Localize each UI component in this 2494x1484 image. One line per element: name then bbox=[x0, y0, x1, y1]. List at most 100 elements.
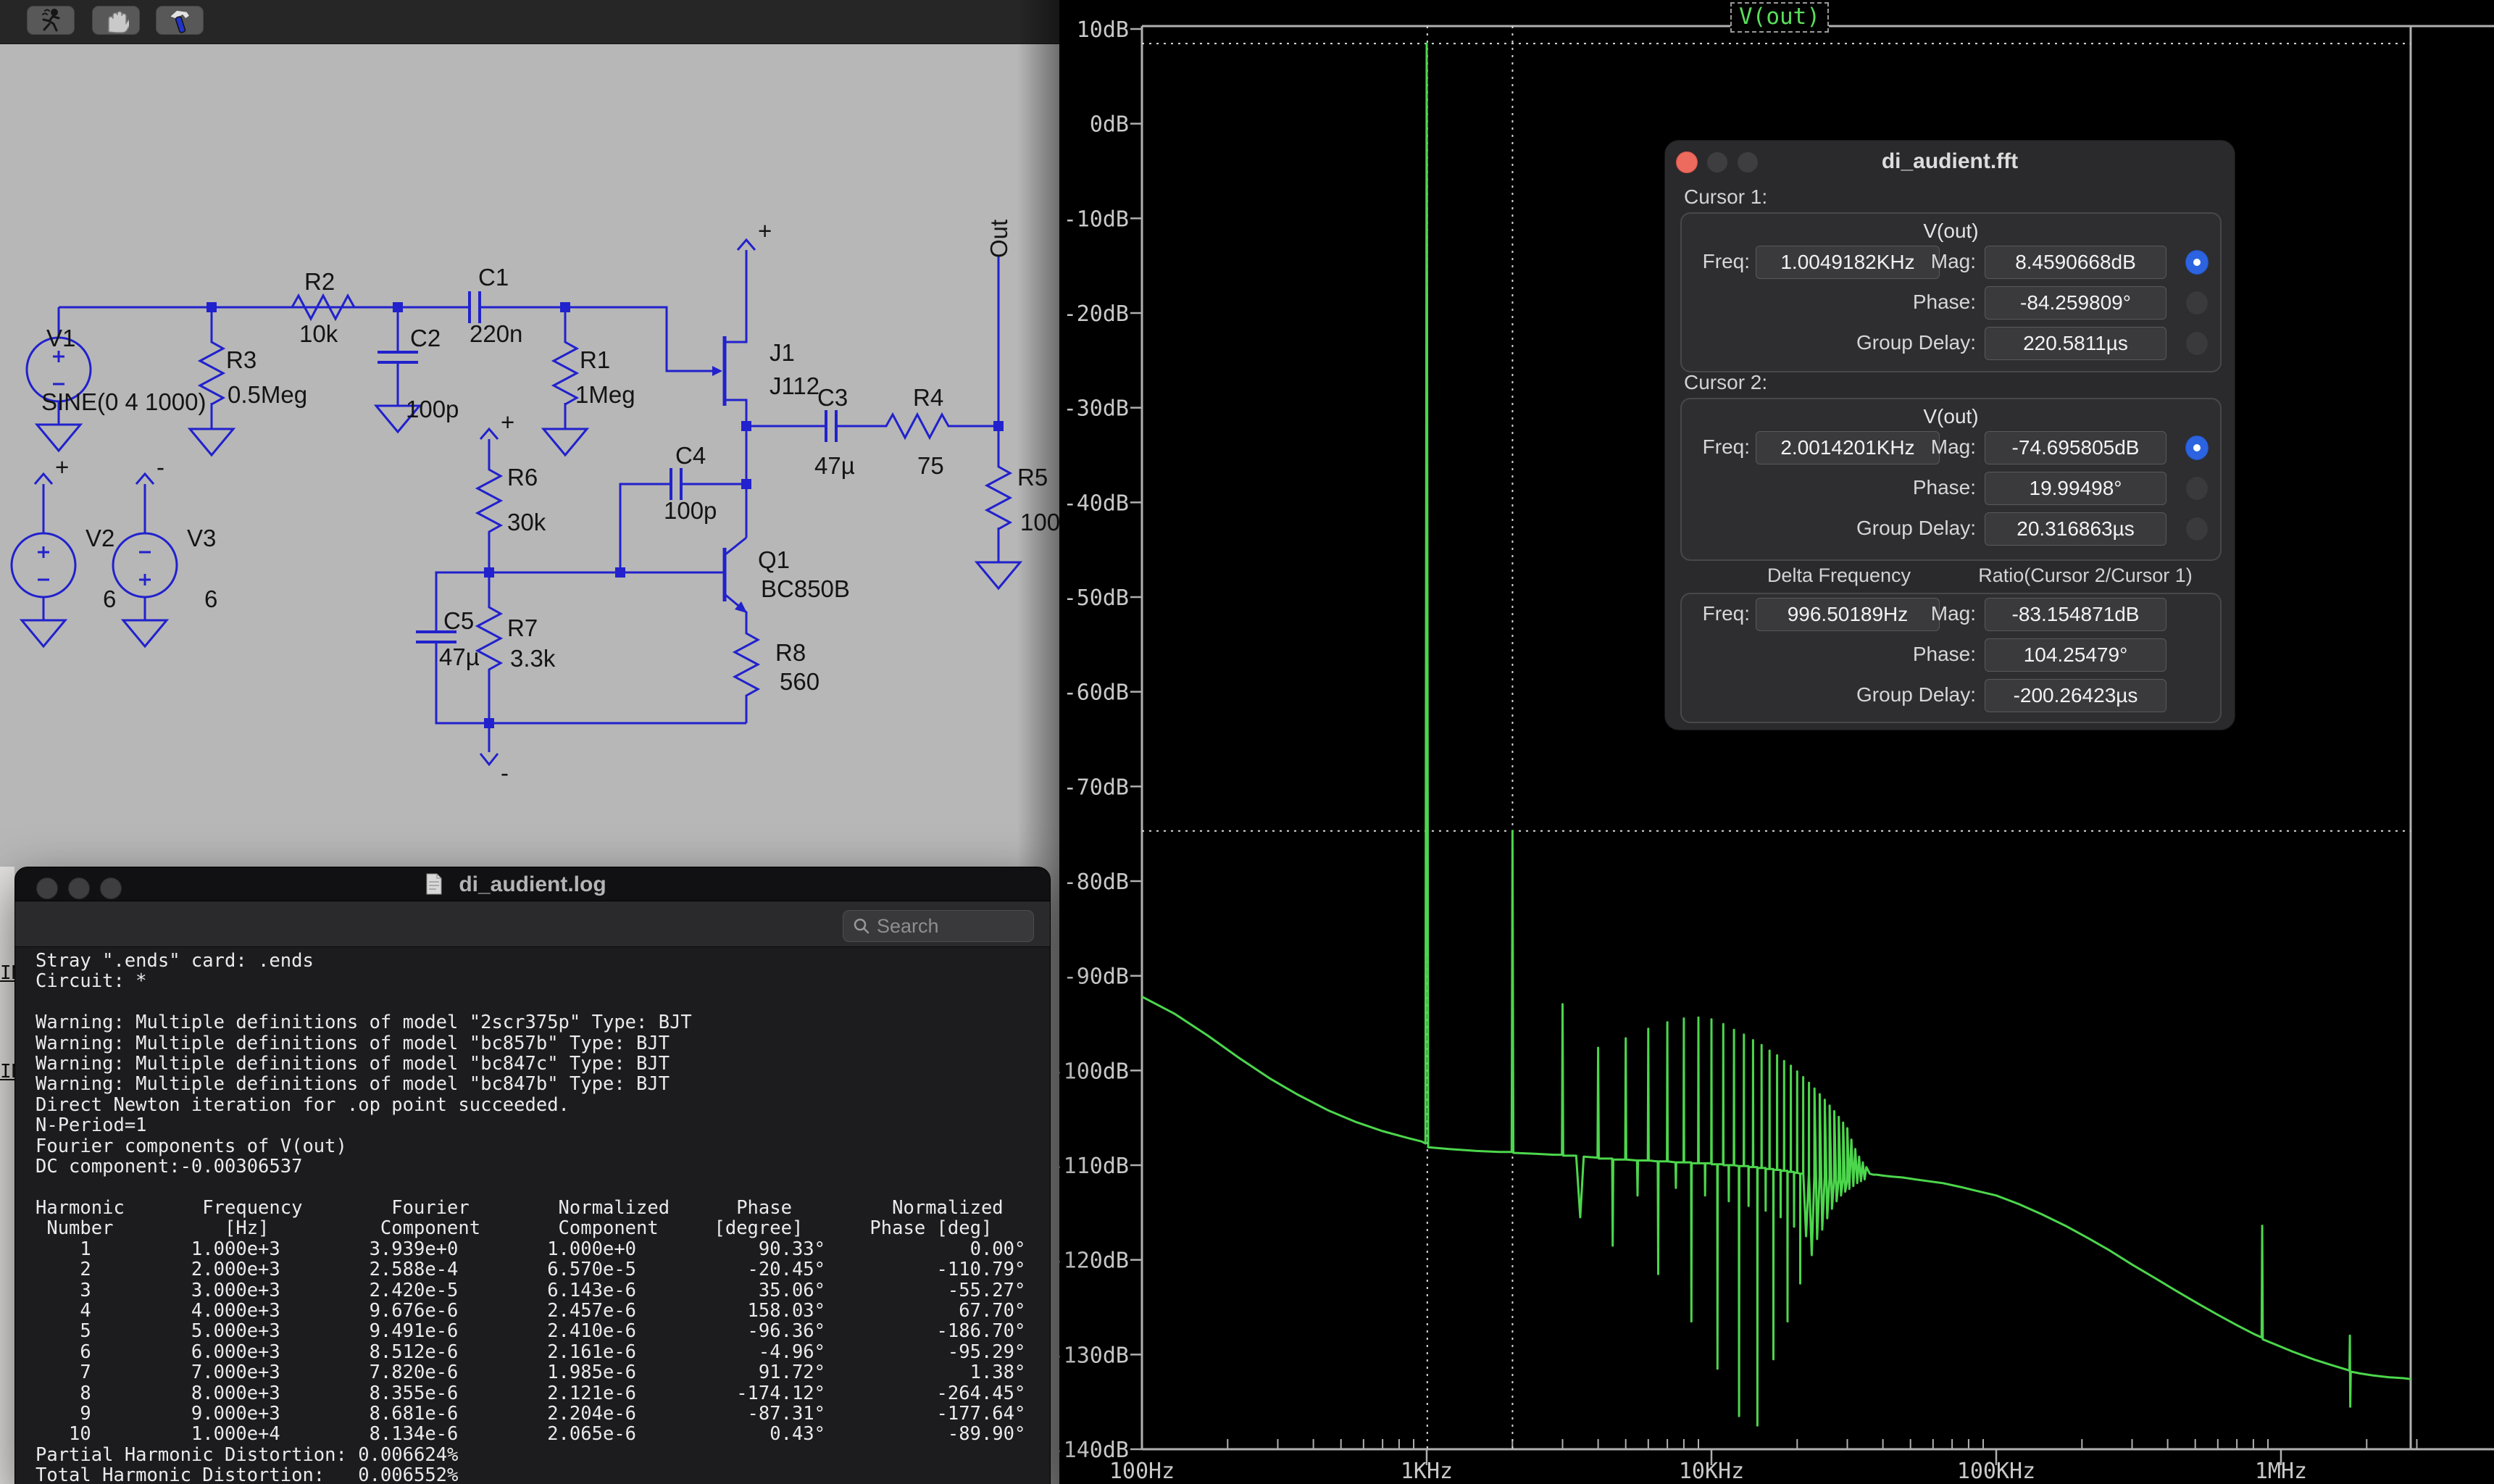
component-J1[interactable] bbox=[712, 240, 755, 426]
ref-C3: C3 bbox=[817, 384, 848, 411]
ref-R3: R3 bbox=[226, 346, 257, 373]
val-V3: 6 bbox=[204, 585, 217, 612]
cursor2-signal: V(out) bbox=[1682, 405, 2220, 428]
delta-group-delay-field[interactable]: -200.26423µs bbox=[1985, 679, 2166, 712]
cursor1-mag-radio[interactable] bbox=[2185, 250, 2209, 275]
cursor2-phase-field[interactable]: 19.99498° bbox=[1985, 472, 2166, 505]
freq-label: Freq: bbox=[1682, 431, 1750, 463]
flag-vminus-2: - bbox=[501, 759, 509, 786]
component-R6[interactable] bbox=[477, 429, 501, 572]
y-axis-label: -100dB bbox=[1059, 1059, 1129, 1084]
y-axis-label: -30dB bbox=[1064, 396, 1129, 422]
y-axis-label: -60dB bbox=[1064, 680, 1129, 706]
y-axis-label: -110dB bbox=[1059, 1154, 1129, 1179]
run-button[interactable] bbox=[27, 6, 75, 35]
component-C3[interactable] bbox=[826, 410, 836, 442]
component-V2[interactable] bbox=[12, 474, 75, 646]
val-R6: 30k bbox=[507, 509, 546, 535]
cursor2-group-delay-field[interactable]: 20.316863µs bbox=[1985, 512, 2166, 546]
plot-legend[interactable]: V(out) bbox=[1730, 2, 1829, 33]
ref-C4: C4 bbox=[675, 442, 706, 469]
y-axis-label: -50dB bbox=[1064, 585, 1129, 611]
group-delay-label: Group Delay: bbox=[1812, 679, 1976, 711]
ref-C1: C1 bbox=[478, 264, 509, 291]
mag-label: Mag: bbox=[1863, 431, 1976, 463]
component-V3[interactable] bbox=[113, 474, 177, 646]
y-axis-label: -10dB bbox=[1064, 207, 1129, 232]
fft-cursor-dialog[interactable]: di_audient.fft Cursor 1: V(out) Freq: 1.… bbox=[1664, 140, 2235, 730]
log-output[interactable]: Stray ".ends" card: .ends Circuit: * War… bbox=[15, 947, 1050, 1484]
group-delay-label: Group Delay: bbox=[1812, 512, 1976, 544]
cursor1-box: V(out) Freq: 1.0049182KHz Mag: 8.4590668… bbox=[1680, 212, 2222, 372]
freq-label: Freq: bbox=[1682, 598, 1750, 630]
cursor2-heading: Cursor 2: bbox=[1684, 371, 1767, 394]
y-axis-label: 10dB bbox=[1077, 17, 1129, 43]
cursor2-mag-field[interactable]: -74.695805dB bbox=[1985, 431, 2166, 464]
vminus-flag bbox=[480, 754, 498, 764]
cursor2-phase-radio[interactable] bbox=[2185, 476, 2209, 501]
val-V2: 6 bbox=[103, 585, 116, 612]
delta-mag-field[interactable]: -83.154871dB bbox=[1985, 598, 2166, 631]
dialog-title: di_audient.fft bbox=[1665, 149, 2235, 174]
val-C3: 47µ bbox=[814, 452, 855, 479]
tools-button[interactable] bbox=[156, 6, 204, 35]
cursor1-phase-radio[interactable] bbox=[2185, 291, 2209, 315]
ref-R1: R1 bbox=[580, 346, 610, 373]
cursor2-mag-radio[interactable] bbox=[2185, 435, 2209, 460]
port-out: Out bbox=[985, 220, 1012, 258]
cursor2-group-delay-radio[interactable] bbox=[2185, 517, 2209, 541]
search-input[interactable] bbox=[875, 914, 1016, 938]
sliver-text: IN bbox=[0, 1061, 14, 1083]
component-Q1[interactable] bbox=[725, 538, 747, 628]
val-C5: 47µ bbox=[439, 643, 480, 670]
val-V1: SINE(0 4 1000) bbox=[41, 388, 206, 415]
cursor1-mag-field[interactable]: 8.4590668dB bbox=[1985, 246, 2166, 279]
mag-label: Mag: bbox=[1863, 598, 1976, 630]
log-window: di_audient.log Stray ".ends" card: .ends… bbox=[14, 867, 1051, 1484]
y-axis-label: -20dB bbox=[1064, 301, 1129, 327]
x-axis-label: 100Hz bbox=[1109, 1459, 1175, 1484]
ref-R4: R4 bbox=[913, 384, 943, 411]
delta-box: Freq: 996.50189Hz Mag: -83.154871dB Phas… bbox=[1680, 593, 2222, 723]
window-title: di_audient.log bbox=[15, 872, 1050, 897]
ratio-heading: Ratio(Cursor 2/Cursor 1) bbox=[1955, 564, 2216, 587]
group-delay-label: Group Delay: bbox=[1812, 327, 1976, 359]
desktop: V1 SINE(0 4 1000) R3 0.5Meg R2 10k C2 10… bbox=[0, 0, 2494, 1484]
val-C2: 100p bbox=[406, 396, 459, 422]
y-axis-label: -70dB bbox=[1064, 775, 1129, 800]
val-R2: 10k bbox=[299, 320, 338, 347]
component-R7[interactable] bbox=[477, 572, 501, 723]
val-R3: 0.5Meg bbox=[228, 381, 307, 408]
y-axis-label: 0dB bbox=[1090, 112, 1129, 138]
phase-label: Phase: bbox=[1863, 638, 1976, 670]
wire bbox=[489, 723, 746, 752]
val-Q1: BC850B bbox=[761, 575, 850, 602]
component-R5[interactable] bbox=[977, 426, 1020, 588]
val-R7: 3.3k bbox=[510, 645, 556, 672]
component-R8[interactable] bbox=[735, 628, 758, 723]
freq-label: Freq: bbox=[1682, 246, 1750, 278]
delta-phase-field[interactable]: 104.25479° bbox=[1985, 638, 2166, 672]
pan-button[interactable] bbox=[92, 6, 140, 35]
schematic-labels: V1 SINE(0 4 1000) R3 0.5Meg R2 10k C2 10… bbox=[41, 217, 1059, 786]
val-C1: 220n bbox=[470, 320, 522, 347]
cursor1-phase-field[interactable]: -84.259809° bbox=[1985, 286, 2166, 320]
val-J1: J112 bbox=[770, 372, 819, 399]
component-C4[interactable] bbox=[671, 468, 681, 500]
ref-R6: R6 bbox=[507, 464, 538, 491]
phase-label: Phase: bbox=[1863, 472, 1976, 504]
flag-vplus-3: + bbox=[55, 454, 69, 480]
cursor1-group-delay-field[interactable]: 220.5811µs bbox=[1985, 327, 2166, 360]
component-R3[interactable] bbox=[190, 307, 233, 455]
component-C1[interactable] bbox=[470, 291, 480, 323]
log-titlebar[interactable]: di_audient.log bbox=[15, 867, 1050, 901]
cursor1-group-delay-radio[interactable] bbox=[2185, 331, 2209, 356]
ref-R8: R8 bbox=[775, 639, 806, 666]
log-toolbar bbox=[15, 901, 1050, 947]
delta-frequency-heading: Delta Frequency bbox=[1709, 564, 1969, 587]
hand-icon bbox=[103, 7, 129, 33]
search-field[interactable] bbox=[843, 910, 1034, 942]
flag-vminus-1: - bbox=[157, 454, 164, 480]
component-R4[interactable] bbox=[880, 414, 956, 438]
mag-label: Mag: bbox=[1863, 246, 1976, 278]
